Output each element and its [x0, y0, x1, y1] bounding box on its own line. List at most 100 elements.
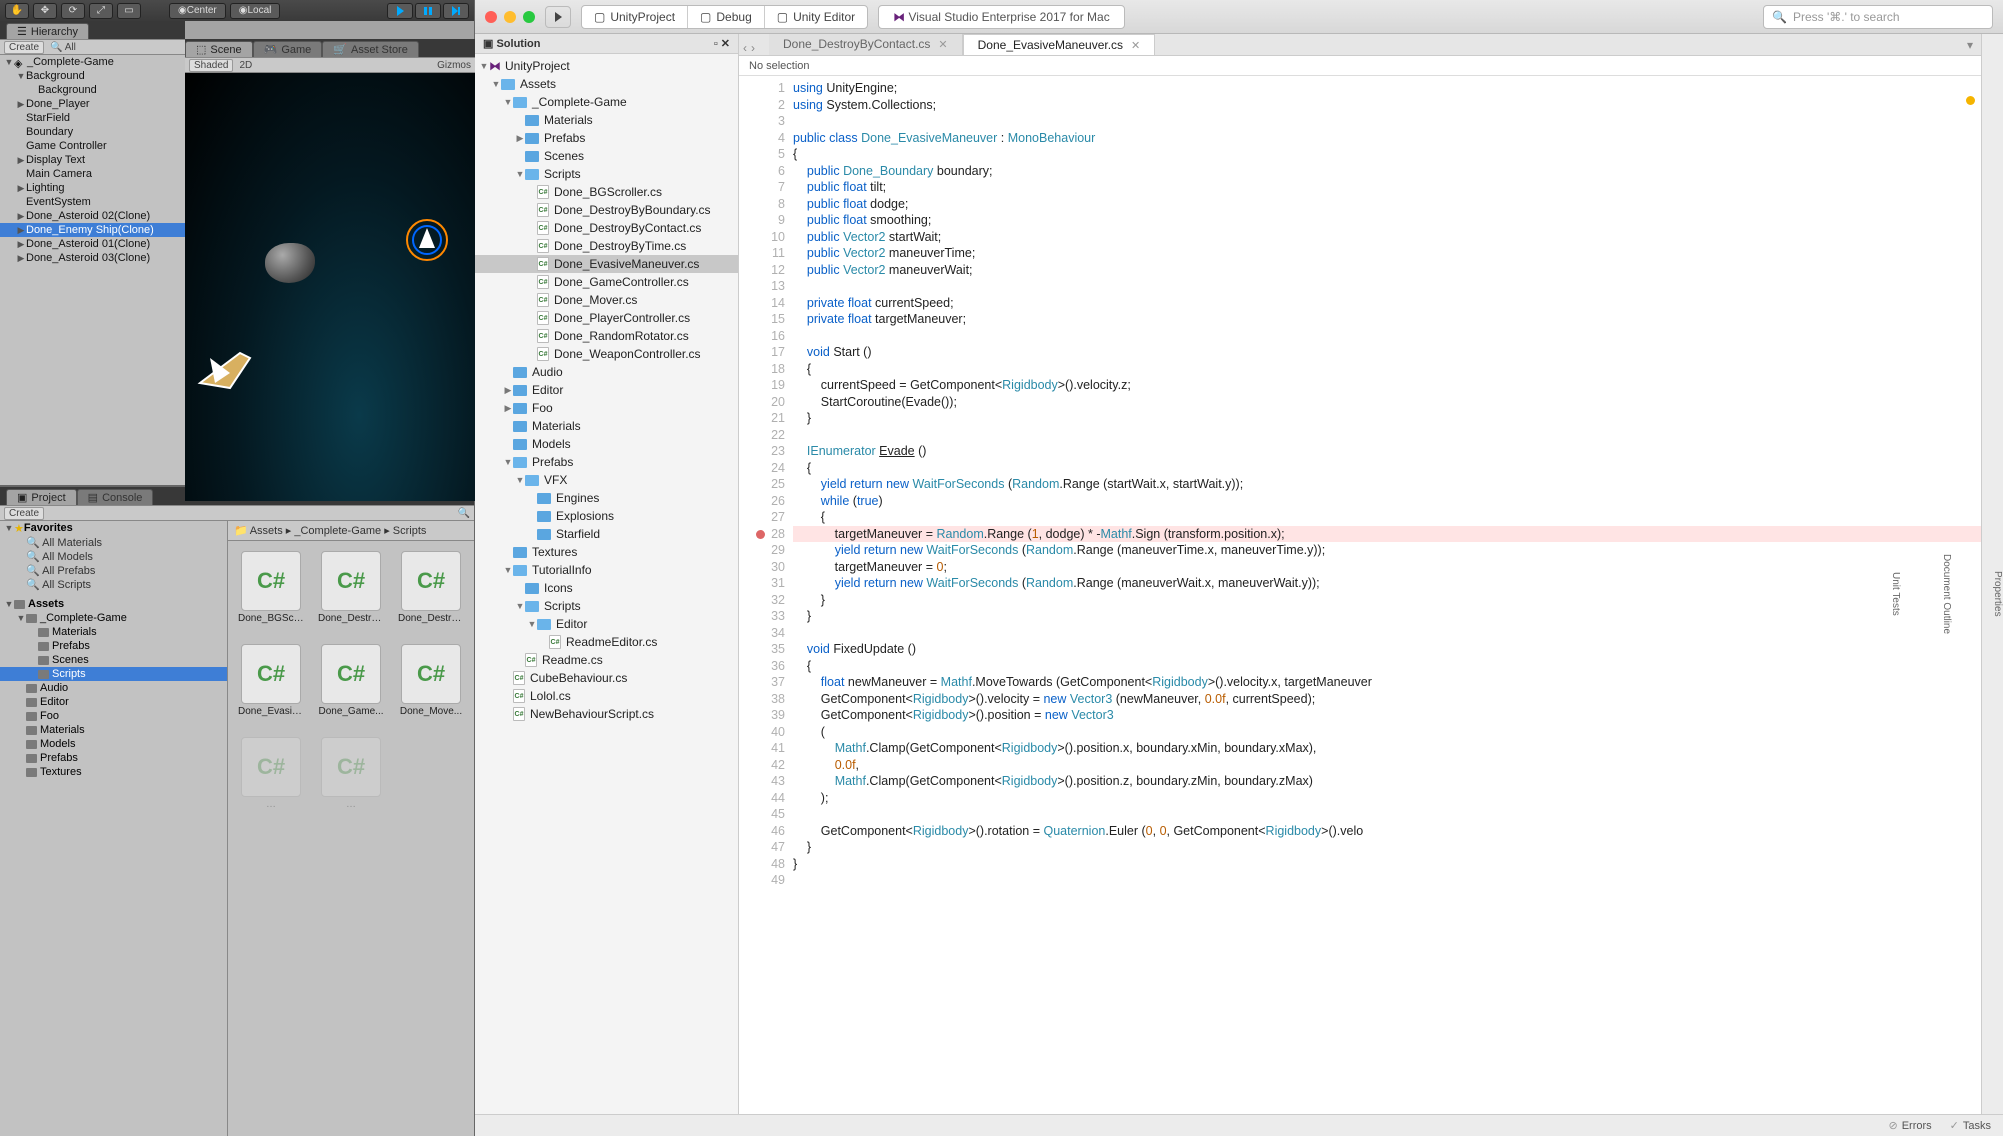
solution-item[interactable]: ▼VFX: [475, 471, 738, 489]
asset-item[interactable]: C#Done_Destro...: [398, 551, 464, 624]
hierarchy-item[interactable]: StarField: [0, 111, 185, 125]
project-tree-item[interactable]: Scenes: [0, 653, 227, 667]
solution-tree[interactable]: ▼⧓UnityProject▼Assets▼_Complete-GameMate…: [475, 54, 738, 1114]
editor-tab[interactable]: Done_EvasiveManeuver.cs✕: [963, 34, 1156, 55]
solution-item[interactable]: ▶Prefabs: [475, 129, 738, 147]
nav-forward-icon[interactable]: ›: [751, 41, 755, 55]
project-tree[interactable]: ▼★ Favorites🔍 All Materials🔍 All Models🔍…: [0, 521, 228, 1136]
solution-item[interactable]: Engines: [475, 489, 738, 507]
window-controls[interactable]: [485, 11, 535, 23]
hierarchy-item[interactable]: ▶Done_Enemy Ship(Clone): [0, 223, 185, 237]
hierarchy-item[interactable]: EventSystem: [0, 195, 185, 209]
solution-item[interactable]: ▼Scripts: [475, 165, 738, 183]
breadcrumb-path[interactable]: No selection: [739, 56, 1981, 76]
tab-overflow-icon[interactable]: ▾: [1967, 38, 1973, 52]
hierarchy-item[interactable]: Background: [0, 83, 185, 97]
project-tree-item[interactable]: Editor: [0, 695, 227, 709]
solution-item[interactable]: C#Done_BGScroller.cs: [475, 183, 738, 201]
pivot-toggle[interactable]: ◉ Center: [169, 3, 226, 19]
errors-button[interactable]: ⊘Errors: [1888, 1119, 1931, 1132]
move-tool[interactable]: ✥: [33, 3, 57, 19]
play-button[interactable]: [387, 3, 413, 19]
zoom-icon[interactable]: [523, 11, 535, 23]
game-tab[interactable]: 🎮 Game: [253, 41, 323, 57]
properties-rail[interactable]: Properties: [1992, 571, 2003, 617]
project-tree-item[interactable]: Audio: [0, 681, 227, 695]
nav-back-icon[interactable]: ‹: [743, 41, 747, 55]
favorite-item[interactable]: 🔍 All Prefabs: [0, 563, 227, 577]
solution-item[interactable]: Materials: [475, 417, 738, 435]
hierarchy-item[interactable]: Main Camera: [0, 167, 185, 181]
console-tab[interactable]: ▤ Console: [77, 489, 154, 505]
project-tree-item[interactable]: ▼_Complete-Game: [0, 611, 227, 625]
project-tree-item[interactable]: Materials: [0, 723, 227, 737]
solution-item[interactable]: C#Done_PlayerController.cs: [475, 309, 738, 327]
solution-item[interactable]: ▼Assets: [475, 75, 738, 93]
hierarchy-tab[interactable]: ☰ Hierarchy: [6, 23, 89, 39]
project-tree-item[interactable]: Models: [0, 737, 227, 751]
solution-item[interactable]: Models: [475, 435, 738, 453]
rotate-tool[interactable]: ⟳: [61, 3, 85, 19]
close-icon[interactable]: [485, 11, 497, 23]
project-tree-item[interactable]: Scripts: [0, 667, 227, 681]
assetstore-tab[interactable]: 🛒 Asset Store: [322, 41, 419, 57]
asset-grid[interactable]: C#Done_BGScro...C#Done_Destro...C#Done_D…: [228, 541, 474, 1136]
solution-item[interactable]: C#Done_RandomRotator.cs: [475, 327, 738, 345]
hierarchy-search[interactable]: 🔍 All: [50, 42, 76, 53]
hierarchy-create[interactable]: Create: [4, 41, 44, 54]
run-button[interactable]: [545, 6, 571, 28]
project-tab[interactable]: ▣ Project: [6, 489, 77, 505]
solution-item[interactable]: C#Readme.cs: [475, 651, 738, 669]
solution-item[interactable]: Audio: [475, 363, 738, 381]
solution-item[interactable]: C#Done_WeaponController.cs: [475, 345, 738, 363]
hierarchy-item[interactable]: ▶Done_Asteroid 02(Clone): [0, 209, 185, 223]
space-toggle[interactable]: ◉ Local: [230, 3, 281, 19]
asset-item[interactable]: C#Done_BGScro...: [238, 551, 304, 624]
solution-item[interactable]: C#CubeBehaviour.cs: [475, 669, 738, 687]
gutter[interactable]: 1 2 3 4 5 6 7 8 9 10 11 12 13 14 15 16 1…: [739, 76, 793, 1114]
solution-item[interactable]: C#NewBehaviourScript.cs: [475, 705, 738, 723]
solution-item[interactable]: C#Lolol.cs: [475, 687, 738, 705]
favorite-item[interactable]: 🔍 All Models: [0, 549, 227, 563]
code-editor[interactable]: 1 2 3 4 5 6 7 8 9 10 11 12 13 14 15 16 1…: [739, 76, 1981, 1114]
solution-close-icon[interactable]: ✕: [721, 37, 730, 50]
project-search[interactable]: 🔍: [458, 508, 470, 519]
config-selector[interactable]: ▢UnityProject ▢Debug ▢Unity Editor: [581, 5, 868, 29]
hierarchy-item[interactable]: Boundary: [0, 125, 185, 139]
solution-item[interactable]: C#ReadmeEditor.cs: [475, 633, 738, 651]
pause-button[interactable]: [415, 3, 441, 19]
project-tree-item[interactable]: Foo: [0, 709, 227, 723]
solution-item[interactable]: Scenes: [475, 147, 738, 165]
hierarchy-item[interactable]: ▶Display Text: [0, 153, 185, 167]
warning-marker-icon[interactable]: [1966, 96, 1975, 105]
solution-item[interactable]: Explosions: [475, 507, 738, 525]
solution-item[interactable]: C#Done_DestroyByBoundary.cs: [475, 201, 738, 219]
project-create[interactable]: Create: [4, 507, 44, 520]
solution-item[interactable]: Textures: [475, 543, 738, 561]
hierarchy-item[interactable]: ▼Background: [0, 69, 185, 83]
favorite-item[interactable]: 🔍 All Materials: [0, 535, 227, 549]
minimize-icon[interactable]: [504, 11, 516, 23]
solution-item[interactable]: ▼_Complete-Game: [475, 93, 738, 111]
close-tab-icon[interactable]: ✕: [938, 39, 947, 51]
asset-item[interactable]: C#Done_Evasiv...: [238, 644, 304, 717]
asset-item[interactable]: C#Done_Move...: [398, 644, 464, 717]
hand-tool[interactable]: ✋: [5, 3, 29, 19]
hierarchy-item[interactable]: ▶Done_Player: [0, 97, 185, 111]
hierarchy-item[interactable]: ▶Done_Asteroid 01(Clone): [0, 237, 185, 251]
hierarchy-item[interactable]: ▼◈_Complete-Game: [0, 55, 185, 69]
asset-item[interactable]: C#Done_Destro...: [318, 551, 384, 624]
step-button[interactable]: [443, 3, 469, 19]
project-tree-item[interactable]: Textures: [0, 765, 227, 779]
solution-item[interactable]: Materials: [475, 111, 738, 129]
solution-item[interactable]: C#Done_Mover.cs: [475, 291, 738, 309]
solution-pin-icon[interactable]: ▫: [714, 38, 718, 50]
project-tree-item[interactable]: Materials: [0, 625, 227, 639]
scene-viewport[interactable]: [185, 73, 475, 501]
hierarchy-tree[interactable]: ▼◈_Complete-Game▼BackgroundBackground▶Do…: [0, 55, 185, 485]
scene-tab[interactable]: ⬚ Scene: [185, 41, 253, 57]
solution-item[interactable]: ▼TutorialInfo: [475, 561, 738, 579]
close-tab-icon[interactable]: ✕: [1131, 40, 1140, 52]
gizmos-toggle[interactable]: Gizmos: [437, 60, 471, 71]
hierarchy-item[interactable]: ▶Lighting: [0, 181, 185, 195]
